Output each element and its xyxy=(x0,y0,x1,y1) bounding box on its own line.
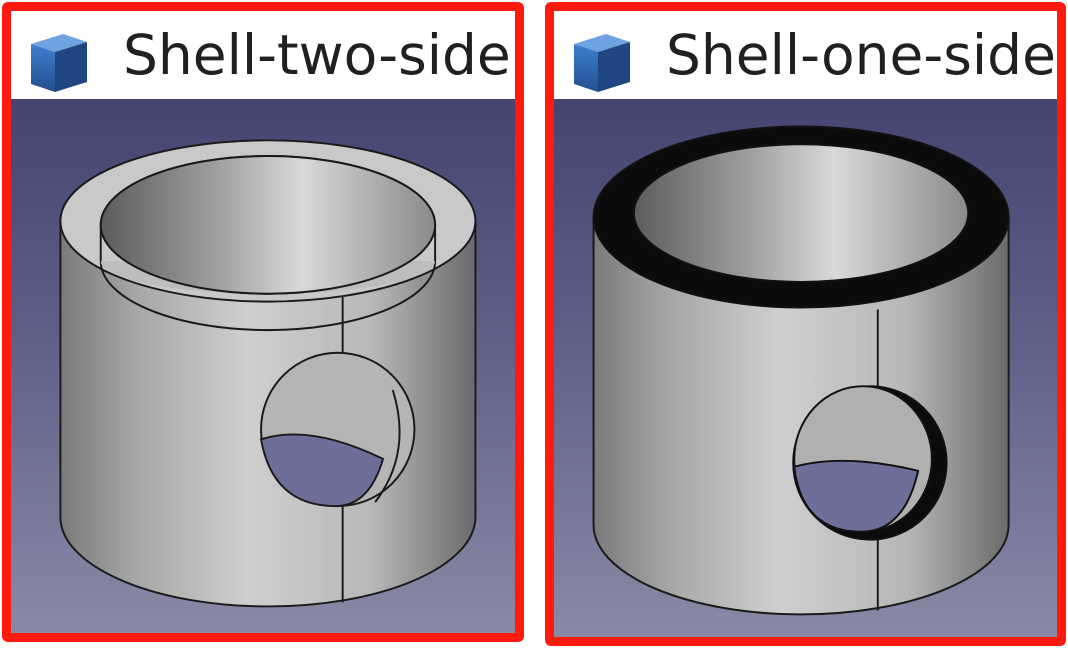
shell-cylinder-model[interactable] xyxy=(11,99,515,633)
titlebar: Shell-two-side xyxy=(11,11,515,99)
part-cube-icon xyxy=(31,34,87,92)
document-title: Shell-one-side xyxy=(666,23,1056,87)
window-shell-two-side: Shell-two-side xyxy=(2,2,524,642)
shell-cylinder-model[interactable] xyxy=(554,99,1057,637)
3d-viewport[interactable] xyxy=(554,99,1057,637)
document-title: Shell-two-side xyxy=(123,23,511,87)
part-cube-icon xyxy=(574,34,630,92)
titlebar: Shell-one-side xyxy=(554,11,1057,99)
window-shell-one-side: Shell-one-side xyxy=(545,2,1066,646)
3d-viewport[interactable] xyxy=(11,99,515,633)
